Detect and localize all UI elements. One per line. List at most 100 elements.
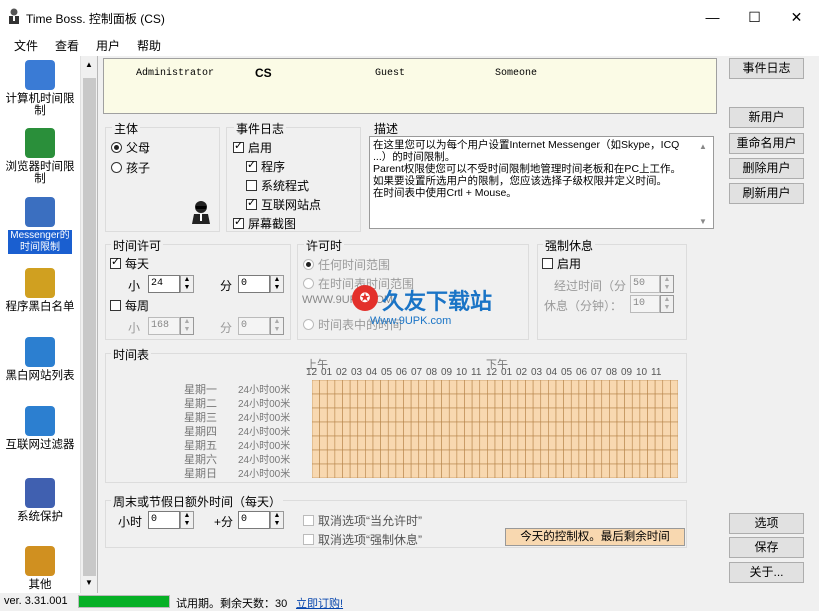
schedule-cell[interactable] — [464, 421, 473, 437]
schedule-cell[interactable] — [540, 407, 549, 423]
schedule-cell[interactable] — [380, 449, 389, 465]
schedule-cell[interactable] — [586, 421, 595, 437]
user-guest[interactable]: Guest — [375, 68, 405, 79]
schedule-cell[interactable] — [487, 421, 496, 437]
schedule-cell[interactable] — [509, 421, 519, 437]
schedule-cell[interactable] — [502, 380, 511, 395]
schedule-cell[interactable] — [365, 463, 374, 478]
schedule-cell[interactable] — [624, 463, 633, 478]
schedule-cell[interactable] — [525, 380, 534, 395]
schedule-cell[interactable] — [471, 393, 481, 409]
sidebar-item-0[interactable]: 计算机时间限制 — [0, 60, 80, 117]
schedule-cell[interactable] — [502, 449, 511, 465]
schedule-cell[interactable] — [662, 449, 671, 465]
schedule-cell[interactable] — [517, 421, 526, 437]
schedule-cell[interactable] — [654, 407, 664, 423]
schedule-cell[interactable] — [502, 421, 511, 437]
schedule-cell[interactable] — [403, 435, 412, 451]
schedule-cell[interactable] — [639, 421, 648, 437]
sidebar-item-4[interactable]: 黑白网站列表 — [0, 337, 80, 382]
delete-user-button[interactable]: 删除用户 — [729, 158, 804, 179]
schedule-cell[interactable] — [387, 421, 397, 437]
schedule-cell[interactable] — [448, 380, 458, 395]
schedule-cell[interactable] — [387, 407, 397, 423]
eventlog-screenshot-checkbox[interactable]: 屏幕截图 — [233, 215, 296, 232]
schedule-cell[interactable] — [647, 463, 656, 478]
schedule-cell[interactable] — [319, 407, 328, 423]
schedule-cell[interactable] — [365, 393, 374, 409]
schedule-cell[interactable] — [654, 421, 664, 437]
schedule-cell[interactable] — [418, 407, 427, 423]
schedule-cell[interactable] — [563, 407, 572, 423]
schedule-cell[interactable] — [502, 393, 511, 409]
schedule-cell[interactable] — [319, 435, 328, 451]
schedule-cell[interactable] — [662, 421, 671, 437]
schedule-cell[interactable] — [357, 435, 366, 451]
desc-scroll-up-icon[interactable]: ▲ — [699, 142, 707, 151]
schedule-cell[interactable] — [349, 380, 359, 395]
event-log-button[interactable]: 事件日志 — [729, 58, 804, 79]
schedule-cell[interactable] — [380, 435, 389, 451]
schedule-cell[interactable] — [601, 380, 610, 395]
schedule-cell[interactable] — [631, 435, 641, 451]
schedule-cell[interactable] — [616, 463, 625, 478]
schedule-cell[interactable] — [448, 393, 458, 409]
schedule-cell[interactable] — [410, 421, 420, 437]
schedule-cell[interactable] — [616, 393, 625, 409]
schedule-cell[interactable] — [418, 435, 427, 451]
schedule-cell[interactable] — [494, 463, 503, 478]
schedule-cell[interactable] — [326, 435, 336, 451]
schedule-cell[interactable] — [387, 449, 397, 465]
schedule-cell[interactable] — [334, 421, 343, 437]
schedule-cell[interactable] — [312, 393, 320, 409]
schedule-cell[interactable] — [670, 463, 678, 478]
schedule-cell[interactable] — [471, 421, 481, 437]
schedule-cell[interactable] — [616, 435, 625, 451]
schedule-cell[interactable] — [395, 421, 404, 437]
schedule-cell[interactable] — [448, 463, 458, 478]
schedule-grid[interactable] — [312, 380, 678, 478]
schedule-cell[interactable] — [578, 463, 587, 478]
daily-checkbox[interactable]: 每天 — [110, 255, 149, 272]
schedule-cell[interactable] — [570, 393, 580, 409]
schedule-cell[interactable] — [479, 435, 488, 451]
schedule-cell[interactable] — [433, 449, 442, 465]
sidebar-item-2[interactable]: Messenger的时间限制 — [0, 197, 80, 254]
schedule-cell[interactable] — [312, 421, 320, 437]
schedule-cell[interactable] — [631, 449, 641, 465]
schedule-cell[interactable] — [464, 435, 473, 451]
schedule-cell[interactable] — [380, 407, 389, 423]
schedule-cell[interactable] — [471, 463, 481, 478]
schedule-cell[interactable] — [403, 393, 412, 409]
schedule-cell[interactable] — [517, 435, 526, 451]
forced-break-checkbox[interactable]: 启用 — [542, 255, 581, 272]
schedule-cell[interactable] — [548, 449, 557, 465]
schedule-cell[interactable] — [464, 380, 473, 395]
elapsed-input[interactable]: 50 — [630, 275, 660, 293]
rest-input[interactable]: 10 — [630, 295, 660, 313]
schedule-cell[interactable] — [372, 435, 381, 451]
schedule-cell[interactable] — [426, 463, 435, 478]
schedule-cell[interactable] — [647, 407, 656, 423]
schedule-cell[interactable] — [342, 463, 351, 478]
cancel-allow-checkbox[interactable]: 取消选项“当允许时” — [303, 512, 422, 529]
eventlog-internet-checkbox[interactable]: 互联网站点 — [246, 196, 321, 213]
schedule-cell[interactable] — [372, 463, 381, 478]
schedule-cell[interactable] — [494, 393, 503, 409]
schedule-cell[interactable] — [563, 449, 572, 465]
schedule-cell[interactable] — [540, 435, 549, 451]
schedule-cell[interactable] — [342, 449, 351, 465]
schedule-cell[interactable] — [540, 463, 549, 478]
schedule-cell[interactable] — [456, 421, 465, 437]
menu-user[interactable]: 用户 — [96, 37, 120, 54]
schedule-cell[interactable] — [380, 380, 389, 395]
schedule-cell[interactable] — [555, 463, 564, 478]
schedule-cell[interactable] — [670, 407, 678, 423]
schedule-cell[interactable] — [456, 449, 465, 465]
schedule-cell[interactable] — [479, 421, 488, 437]
schedule-cell[interactable] — [586, 449, 595, 465]
schedule-cell[interactable] — [357, 421, 366, 437]
schedule-cell[interactable] — [525, 435, 534, 451]
schedule-cell[interactable] — [578, 393, 587, 409]
schedule-cell[interactable] — [593, 380, 603, 395]
